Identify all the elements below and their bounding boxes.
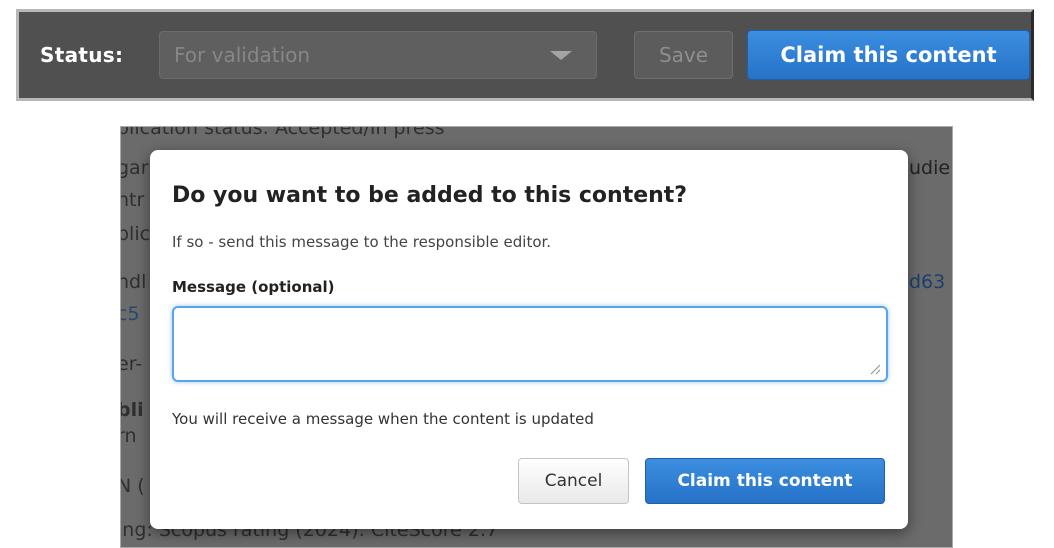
dialog-title: Do you want to be added to this content?: [172, 183, 688, 208]
claim-content-button[interactable]: Claim this content: [747, 30, 1030, 80]
message-label: Message (optional): [172, 278, 335, 296]
dialog-subtitle: If so - send this message to the respons…: [172, 233, 552, 251]
background-text: ntr: [121, 189, 145, 211]
resize-handle-icon[interactable]: [869, 363, 881, 375]
chevron-down-icon: [550, 51, 572, 60]
save-button[interactable]: Save: [634, 31, 733, 79]
background-text: blic: [120, 223, 151, 245]
background-heading: bli: [121, 399, 144, 421]
background-text: rn: [121, 425, 137, 447]
background-link: c5: [121, 303, 140, 325]
background-text: N (: [121, 475, 145, 497]
status-select-value: For validation: [174, 43, 311, 67]
status-select[interactable]: For validation: [159, 31, 597, 79]
background-text: gar: [120, 157, 149, 179]
cancel-button[interactable]: Cancel: [518, 458, 629, 504]
background-text: udie: [909, 157, 951, 179]
dialog-claim-button[interactable]: Claim this content: [645, 458, 885, 504]
background-text: ndl: [121, 271, 147, 293]
background-text: er-: [121, 353, 143, 375]
claim-content-dialog: Do you want to be added to this content?…: [150, 150, 908, 529]
status-label: Status:: [40, 43, 124, 67]
background-text: plication status: Accepted/In press: [120, 126, 445, 139]
update-hint: You will receive a message when the cont…: [172, 410, 594, 428]
background-link: d63: [909, 271, 946, 293]
status-toolbar: Status: For validation Save Claim this c…: [16, 9, 1034, 101]
message-textarea[interactable]: [172, 306, 888, 382]
